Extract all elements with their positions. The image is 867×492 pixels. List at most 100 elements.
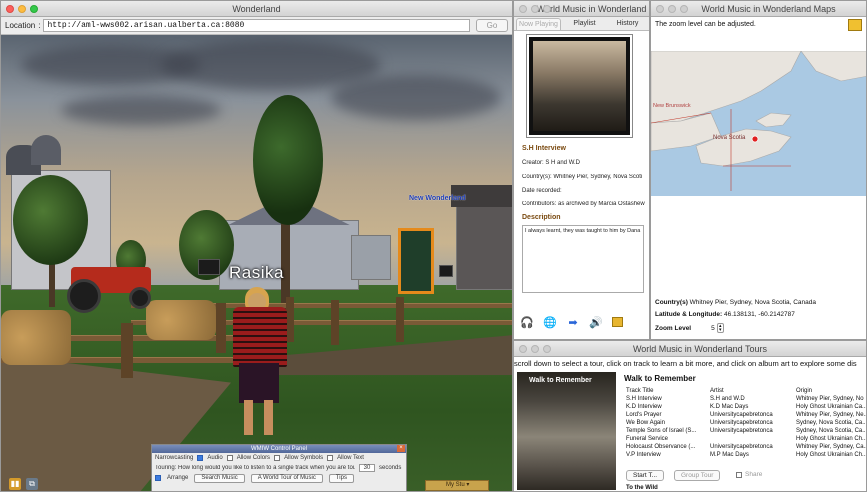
arrange-checkbox[interactable] [155,475,161,481]
avatar[interactable] [233,307,287,367]
camera-icon[interactable]: ⧉ [26,478,38,490]
tour-instructions: scroll down to select a tour, click on t… [514,359,857,368]
tree [13,175,88,265]
zoom-label: Zoom Level [655,324,692,332]
window-title: World Music in Wonderland Tours [632,344,768,354]
tips-button[interactable]: Tips [328,473,354,483]
track-row[interactable]: K.D Interview [626,403,708,411]
country-value: Whitney Pier, Sydney, Nova Scotia, Canad… [689,299,817,306]
location-bar: Location : http://aml-wws002.arisan.ualb… [1,17,512,35]
now-playing-window: World Music in Wonderland Now Playing Pl… [513,0,650,340]
track-title: S.H Interview [522,145,566,152]
search-music-button[interactable]: Search Music [194,473,245,483]
next-tour-title[interactable]: To the Wild [626,485,658,491]
close-button[interactable] [519,345,527,353]
map-message: The zoom level can be adjusted. [655,21,756,28]
tours-window: World Music in Wonderland Tours scroll d… [513,340,867,492]
album-art[interactable]: Walk to Remember [517,372,616,490]
map-label-nova-scotia: Nova Scotia [713,135,746,141]
hud-icon[interactable]: ▮▮ [9,478,21,490]
zoom-button[interactable] [543,5,551,13]
symbols-checkbox[interactable] [274,455,281,461]
control-panel: WMIW Control Panel × Narrowcasting Audio… [151,444,407,491]
album-art-title: Walk to Remember [529,377,592,384]
close-button[interactable] [519,5,527,13]
touring-text: Touring: How long would you like to list… [155,465,355,471]
colors-checkbox[interactable] [226,455,233,461]
date-text: Date recorded: [522,188,562,194]
share-checkbox[interactable] [736,471,742,478]
window-title: Wonderland [232,4,281,14]
minimize-button[interactable] [531,5,539,13]
portal-label: New Wonderland [409,195,466,202]
creator-text: Creator: S H and W.D [522,160,581,166]
track-row[interactable]: We Bow Again [626,419,708,427]
description-box[interactable]: I always learnt, they was taught to him … [522,225,644,293]
control-panel-title: WMIW Control Panel [250,446,307,452]
zoom-button[interactable] [680,5,688,13]
wonderland-window: Wonderland Location : http://aml-wws002.… [0,0,513,492]
player-controls: 🎧 🌐 ➡ 🔊 [520,315,623,329]
portal[interactable] [398,228,434,294]
map-label-new-brunswick: New Brunswick [653,103,691,109]
folder-icon[interactable] [848,19,862,31]
group-tour-button[interactable]: Group Tour [674,470,721,481]
start-tour-button[interactable]: Start T... [626,470,665,481]
close-icon[interactable]: × [397,445,405,452]
tab-bar: Now Playing Playlist History [514,17,649,31]
track-row[interactable]: Holocaust Observance (... [626,443,708,451]
description-label: Description [522,214,561,221]
wonderland-titlebar: Wonderland [1,1,512,17]
hay-bale [1,310,71,365]
zoom-button[interactable] [543,345,551,353]
narrowcasting-label: Narrowcasting [155,455,194,461]
window-title: World Music in Wonderland Maps [701,4,836,14]
tall-tree [253,95,323,225]
map-graphic [651,51,866,191]
map-window: World Music in Wonderland Maps The zoom … [650,0,867,340]
headphones-icon[interactable]: 🎧 [520,315,534,329]
origin-column: Origin Whitney Pier, Sydney, No Holy Gho… [796,388,866,458]
avatar-name-tag: Rasika [229,263,284,282]
tour-title: Walk to Remember [624,374,696,383]
my-stuff-button[interactable]: My Stu ▾ [425,480,489,491]
contributors-text: Contributors: as archived by Marcia Osta… [522,201,645,207]
location-input[interactable]: http://aml-wws002.arisan.ualberta.ca:808… [43,19,470,32]
latlng-value: 46.138131, -60.2142787 [723,311,795,318]
close-button[interactable] [6,5,14,13]
go-button[interactable]: Go [476,19,508,32]
zoom-button[interactable] [30,5,38,13]
close-button[interactable] [656,5,664,13]
3d-world-view[interactable]: New Wonderland Rasika [1,35,512,491]
artist-column: Artist S.H and W.D K.D Mac Days Universi… [710,388,773,458]
zoom-value: 5 [711,324,715,332]
minimize-button[interactable] [531,345,539,353]
track-row[interactable]: V.P Interview [626,451,708,459]
track-row[interactable]: Lord's Prayer [626,411,708,419]
latlng-label: Latitude & Longitude: [655,311,723,318]
arrow-right-icon[interactable]: ➡ [566,315,580,329]
track-row[interactable]: Funeral Service [626,435,708,443]
country-label: Country(s) [655,299,688,306]
zoom-stepper[interactable]: ▴ ▾ [716,323,724,333]
volume-icon[interactable]: 🔊 [589,315,603,329]
minimize-button[interactable] [18,5,26,13]
folder-icon[interactable] [612,317,623,327]
world-tour-button[interactable]: A World Tour of Music [250,473,323,483]
location-label: Location [5,21,36,30]
audio-checkbox[interactable] [197,455,204,461]
globe-icon[interactable]: 🌐 [543,315,557,329]
tab-now-playing[interactable]: Now Playing [516,18,561,30]
track-row[interactable]: S.H Interview [626,395,708,403]
map-view[interactable]: New Brunswick Nova Scotia [651,51,866,196]
text-checkbox[interactable] [327,455,334,461]
share-label: Share [745,471,763,478]
archival-photo[interactable] [526,34,633,138]
tab-history[interactable]: History [606,17,649,30]
minimize-button[interactable] [668,5,676,13]
track-row[interactable]: Temple Sons of Israel (S... [626,427,708,435]
tab-playlist[interactable]: Playlist [563,17,606,30]
track-title-column: Track Title S.H Interview K.D Interview … [626,387,708,459]
country-text: Country(s): Whitney Pier, Sydney, Nova S… [522,174,643,180]
seconds-input[interactable]: 30 [359,464,375,472]
